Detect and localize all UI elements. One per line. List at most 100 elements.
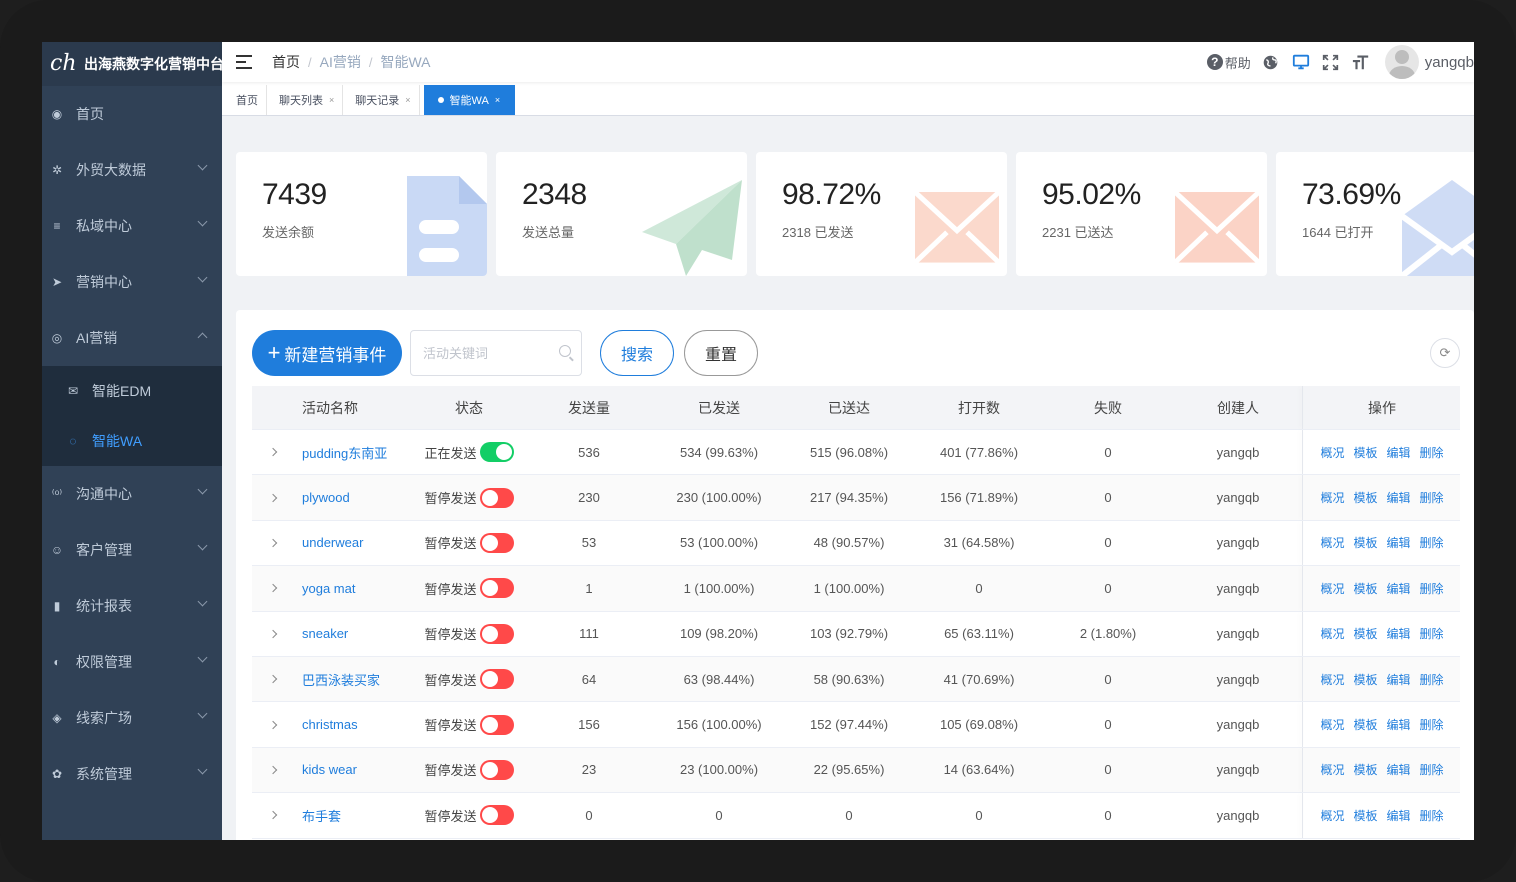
expand-cell[interactable] bbox=[252, 493, 294, 502]
expand-cell[interactable] bbox=[252, 765, 294, 775]
campaign-name-link[interactable]: kids wear bbox=[302, 762, 357, 777]
sidebar-item[interactable]: ✿ 系统管理 bbox=[42, 746, 222, 802]
tab-tag[interactable]: 智能WA × bbox=[423, 85, 516, 115]
delete-link[interactable]: 删除 bbox=[1420, 580, 1444, 597]
sidebar-item[interactable]: ◈ 线索广场 bbox=[42, 690, 222, 746]
refresh-icon[interactable]: ⟳ bbox=[1430, 338, 1460, 368]
template-link[interactable]: 模板 bbox=[1353, 580, 1377, 597]
status-switch[interactable] bbox=[479, 623, 514, 644]
edit-link[interactable]: 编辑 bbox=[1387, 716, 1411, 733]
expand-cell[interactable] bbox=[252, 811, 294, 820]
avatar[interactable] bbox=[1384, 45, 1419, 79]
status-switch[interactable] bbox=[479, 487, 514, 508]
campaign-name-link[interactable]: sneaker bbox=[302, 626, 348, 641]
font-size-icon[interactable] bbox=[1351, 52, 1371, 72]
sidebar-item[interactable]: ✲ 外贸大数据 bbox=[42, 142, 222, 198]
sidebar-item[interactable]: ✉ 智能EDM bbox=[42, 366, 222, 416]
logo[interactable]: ch 出海燕数字化营销中台 bbox=[42, 42, 224, 86]
edit-link[interactable]: 编辑 bbox=[1387, 671, 1411, 688]
status-switch[interactable] bbox=[479, 578, 514, 599]
status-switch[interactable] bbox=[479, 669, 514, 690]
sidebar-item[interactable]: ⁽ᵒ⁾ 沟通中心 bbox=[42, 466, 222, 522]
overview-link[interactable]: 概况 bbox=[1320, 534, 1344, 551]
campaign-name-link[interactable]: underwear bbox=[302, 535, 363, 550]
edit-link[interactable]: 编辑 bbox=[1387, 534, 1411, 551]
delete-link[interactable]: 删除 bbox=[1420, 625, 1444, 642]
overview-link[interactable]: 概况 bbox=[1320, 807, 1344, 824]
sidebar-item[interactable]: ≡ 私域中心 bbox=[42, 198, 222, 254]
expand-cell[interactable] bbox=[252, 538, 294, 548]
overview-link[interactable]: 概况 bbox=[1320, 444, 1344, 461]
overview-link[interactable]: 概况 bbox=[1320, 761, 1344, 778]
overview-link[interactable]: 概况 bbox=[1320, 671, 1344, 688]
expand-cell[interactable] bbox=[252, 629, 294, 638]
close-icon[interactable]: × bbox=[405, 95, 410, 105]
sidebar-item[interactable]: ▮ 统计报表 bbox=[42, 578, 222, 634]
status-switch[interactable] bbox=[479, 442, 514, 463]
template-link[interactable]: 模板 bbox=[1353, 625, 1377, 642]
delete-link[interactable]: 删除 bbox=[1420, 807, 1444, 824]
edit-link[interactable]: 编辑 bbox=[1387, 444, 1411, 461]
expand-cell[interactable] bbox=[252, 447, 294, 457]
close-icon[interactable]: × bbox=[495, 95, 500, 105]
status-switch[interactable] bbox=[479, 805, 514, 826]
tab-tag[interactable]: 聊天列表 × bbox=[271, 85, 344, 115]
edit-link[interactable]: 编辑 bbox=[1387, 807, 1411, 824]
screen-icon[interactable] bbox=[1291, 52, 1311, 72]
globe-icon[interactable] bbox=[1261, 52, 1281, 72]
search-input[interactable] bbox=[411, 331, 551, 375]
template-link[interactable]: 模板 bbox=[1353, 807, 1377, 824]
campaign-name-link[interactable]: pudding东南亚 bbox=[302, 446, 387, 461]
campaign-name-link[interactable]: plywood bbox=[302, 490, 350, 505]
overview-link[interactable]: 概况 bbox=[1320, 580, 1344, 597]
overview-link[interactable]: 概况 bbox=[1320, 489, 1344, 506]
sidebar-item[interactable]: ☺ 客户管理 bbox=[42, 522, 222, 578]
template-link[interactable]: 模板 bbox=[1353, 671, 1377, 688]
search-button[interactable]: 搜索 bbox=[600, 330, 674, 376]
overview-link[interactable]: 概况 bbox=[1320, 625, 1344, 642]
expand-cell[interactable] bbox=[252, 720, 294, 729]
edit-link[interactable]: 编辑 bbox=[1387, 625, 1411, 642]
new-campaign-button[interactable]: + 新建营销事件 bbox=[252, 330, 402, 376]
reset-button[interactable]: 重置 bbox=[684, 330, 758, 376]
sidebar-item[interactable]: ◌ 智能WA bbox=[42, 416, 222, 466]
status-switch[interactable] bbox=[479, 714, 514, 735]
delete-link[interactable]: 删除 bbox=[1420, 444, 1444, 461]
close-icon[interactable]: × bbox=[329, 95, 334, 105]
sidebar-item[interactable]: ◎ AI营销 bbox=[42, 310, 222, 366]
template-link[interactable]: 模板 bbox=[1353, 716, 1377, 733]
overview-link[interactable]: 概况 bbox=[1320, 716, 1344, 733]
campaign-name-link[interactable]: 巴西泳装买家 bbox=[302, 673, 380, 688]
template-link[interactable]: 模板 bbox=[1353, 444, 1377, 461]
campaign-name-link[interactable]: christmas bbox=[302, 717, 358, 732]
campaign-name-link[interactable]: yoga mat bbox=[302, 581, 355, 596]
expand-cell[interactable] bbox=[252, 674, 294, 684]
sidebar-item[interactable]: ➤ 营销中心 bbox=[42, 254, 222, 310]
hamburger-icon[interactable] bbox=[236, 55, 252, 69]
sidebar-item[interactable]: ◉ 首页 bbox=[42, 86, 222, 142]
fullscreen-icon[interactable] bbox=[1321, 52, 1341, 72]
delete-link[interactable]: 删除 bbox=[1420, 716, 1444, 733]
help-button[interactable]: ? 帮助 bbox=[1206, 53, 1251, 72]
edit-link[interactable]: 编辑 bbox=[1387, 489, 1411, 506]
tab-tag[interactable]: 聊天记录 × bbox=[347, 85, 420, 115]
edit-link[interactable]: 编辑 bbox=[1387, 580, 1411, 597]
template-link[interactable]: 模板 bbox=[1353, 761, 1377, 778]
delete-link[interactable]: 删除 bbox=[1420, 761, 1444, 778]
expand-cell[interactable] bbox=[252, 584, 294, 593]
username[interactable]: yangqb bbox=[1425, 54, 1474, 71]
breadcrumb-home[interactable]: 首页 bbox=[272, 52, 300, 72]
search-icon[interactable] bbox=[559, 345, 571, 357]
delete-link[interactable]: 删除 bbox=[1420, 671, 1444, 688]
tab-tag[interactable]: 首页 bbox=[228, 85, 267, 115]
edit-link[interactable]: 编辑 bbox=[1387, 761, 1411, 778]
status-switch[interactable] bbox=[479, 532, 514, 553]
status-switch[interactable] bbox=[479, 759, 514, 780]
template-link[interactable]: 模板 bbox=[1353, 489, 1377, 506]
stat-label: 发送余额 bbox=[262, 225, 315, 240]
delete-link[interactable]: 删除 bbox=[1420, 489, 1444, 506]
campaign-name-link[interactable]: 布手套 bbox=[302, 809, 341, 824]
template-link[interactable]: 模板 bbox=[1353, 534, 1377, 551]
delete-link[interactable]: 删除 bbox=[1420, 534, 1444, 551]
sidebar-item[interactable]: ◐ 权限管理 bbox=[42, 634, 222, 690]
